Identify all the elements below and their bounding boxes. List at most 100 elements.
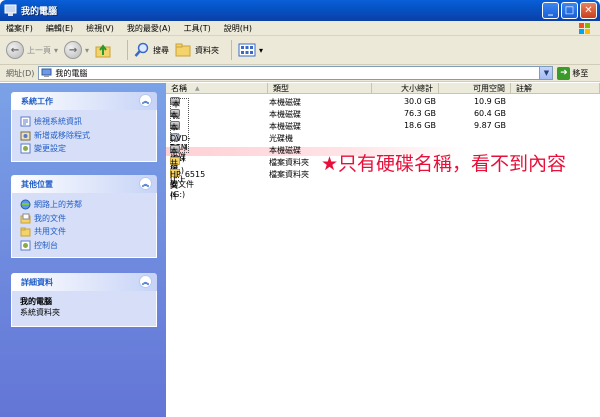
add-remove-programs-link[interactable]: 新增或移除程式 [20, 129, 156, 143]
other-places-panel: 其他位置 ︽ 網路上的芳鄰 我的文件 共用文件 控制台 [11, 175, 157, 258]
windows-logo-icon [579, 23, 590, 34]
change-settings-link[interactable]: 變更設定 [20, 142, 156, 156]
details-header[interactable]: 詳細資料 ︽ [11, 273, 157, 291]
column-header-total[interactable]: 大小總計 [372, 83, 439, 94]
details-panel: 詳細資料 ︽ 我的電腦 系統資料夾 [11, 273, 157, 327]
go-button[interactable]: ➜ 移至 [557, 66, 589, 80]
task-pane: 系統工作 ︽ 檢視系統資訊 新增或移除程式 變更設定 其他位置 ︽ 網路上的芳鄰… [0, 83, 166, 417]
window-title: 我的電腦 [21, 7, 58, 17]
dropdown-arrow-icon: ▾ [85, 45, 90, 55]
address-input[interactable]: 我的電腦 ▼ [38, 66, 554, 80]
link-label: 變更設定 [34, 144, 66, 154]
sort-ascending-icon: ▲ [195, 84, 200, 92]
close-button[interactable]: ✕ [580, 2, 597, 19]
address-label: 網址(D) [6, 68, 35, 78]
column-header-comment[interactable]: 註解 [511, 83, 600, 94]
row-free: 10.9 GB [473, 97, 506, 106]
other-places-header[interactable]: 其他位置 ︽ [11, 175, 157, 193]
column-header-name[interactable]: 名稱 ▲ [166, 83, 268, 94]
menu-help[interactable]: 說明(H) [224, 23, 252, 34]
my-computer-icon [41, 68, 52, 77]
view-system-info-link[interactable]: 檢視系統資訊 [20, 115, 156, 129]
control-panel-icon [20, 240, 31, 251]
address-value: 我的電腦 [55, 68, 88, 78]
table-row[interactable]: DVD-RAM 光碟機 (F:) 光碟機 [166, 132, 600, 183]
folders-button[interactable]: 資料夾 [175, 43, 219, 58]
column-comment-label: 註解 [516, 83, 532, 93]
link-label: 檢視系統資訊 [34, 117, 82, 127]
menu-tools[interactable]: 工具(T) [184, 23, 211, 34]
link-label: 網路上的芳鄰 [34, 200, 82, 210]
menu-favorites[interactable]: 我的最愛(A) [127, 23, 171, 34]
table-row[interactable]: 本機磁碟 (E:) 本機磁碟 18.6 GB 9.87 GB [166, 120, 600, 175]
dropdown-arrow-icon: ▾ [259, 45, 264, 55]
column-total-label: 大小總計 [401, 83, 433, 93]
row-name: HP_6515 的文件 [170, 170, 206, 189]
up-folder-button[interactable] [95, 42, 115, 59]
column-header-free[interactable]: 可用空間 [439, 83, 511, 94]
menu-edit[interactable]: 編輯(E) [46, 23, 73, 34]
views-button[interactable]: ▾ [238, 43, 263, 57]
menu-bar: 檔案(F) 編輯(E) 檢視(V) 我的最愛(A) 工具(T) 說明(H) [0, 21, 600, 36]
back-button[interactable]: ← 上一頁 ▾ [6, 41, 58, 59]
search-button[interactable]: 搜尋 [134, 42, 169, 58]
link-label: 新增或移除程式 [34, 130, 90, 140]
other-places-title: 其他位置 [21, 179, 53, 189]
details-item-name: 我的電腦 [20, 297, 52, 306]
back-label: 上一頁 [27, 45, 51, 55]
minimize-button[interactable]: _ [542, 2, 559, 19]
my-documents-link[interactable]: 我的文件 [20, 212, 156, 226]
dropdown-arrow-icon: ▾ [54, 45, 59, 55]
forward-arrow-icon: → [64, 41, 83, 59]
link-label: 共用文件 [34, 227, 66, 237]
up-folder-icon [95, 43, 111, 57]
system-tasks-header[interactable]: 系統工作 ︽ [11, 92, 157, 110]
table-row[interactable]: 本機磁碟 (D:) 本機磁碟 76.3 GB 60.4 GB [166, 108, 600, 163]
row-total: 30.0 GB [403, 97, 436, 106]
my-computer-icon [4, 4, 17, 16]
address-bar: 網址(D) 我的電腦 ▼ ➜ 移至 [0, 65, 600, 82]
shared-documents-link[interactable]: 共用文件 [20, 225, 156, 239]
row-total: 76.3 GB [403, 109, 436, 118]
column-header-type[interactable]: 類型 [268, 83, 372, 94]
collapse-chevron-icon[interactable]: ︽ [139, 275, 152, 288]
row-total: 18.6 GB [403, 121, 436, 130]
folder-icon [20, 213, 31, 224]
add-remove-programs-icon [20, 131, 31, 141]
toolbar: ← 上一頁 ▾ → ▾ 搜尋 資料夾 ▾ [0, 36, 600, 65]
column-type-label: 類型 [273, 83, 289, 93]
row-free: 60.4 GB [473, 109, 506, 118]
row-type: 本機磁碟 [269, 110, 301, 119]
collapse-chevron-icon[interactable]: ︽ [139, 94, 152, 107]
link-label: 控制台 [34, 240, 58, 250]
menu-file[interactable]: 檔案(F) [6, 23, 33, 34]
collapse-chevron-icon[interactable]: ︽ [139, 177, 152, 190]
control-panel-icon [20, 143, 31, 154]
link-label: 我的文件 [34, 213, 66, 223]
column-free-label: 可用空間 [473, 83, 505, 93]
views-grid-icon [238, 43, 256, 57]
control-panel-link[interactable]: 控制台 [20, 239, 156, 253]
go-label: 移至 [572, 68, 589, 78]
address-dropdown-button[interactable]: ▼ [539, 67, 553, 79]
maximize-button[interactable]: □ [561, 2, 578, 19]
go-arrow-icon: ➜ [557, 66, 571, 80]
network-places-link[interactable]: 網路上的芳鄰 [20, 198, 156, 212]
forward-button[interactable]: → ▾ [64, 41, 89, 59]
details-item-type: 系統資料夾 [20, 308, 60, 317]
column-name-label: 名稱 [171, 83, 187, 93]
row-type: 本機磁碟 [269, 122, 301, 131]
row-type: 光碟機 [269, 134, 293, 143]
annotation-text: ★只有硬碟名稱，看不到內容 [321, 153, 567, 175]
back-arrow-icon: ← [6, 41, 24, 59]
row-free: 9.87 GB [473, 121, 506, 130]
row-type: 檔案資料夾 [269, 158, 309, 167]
title-bar[interactable]: 我的電腦 _ □ ✕ [0, 0, 600, 21]
details-title: 詳細資料 [21, 277, 53, 287]
row-type: 本機磁碟 [269, 98, 301, 107]
row-type: 本機磁碟 [269, 146, 301, 155]
table-row[interactable]: 本機磁碟 (C:) 本機磁碟 30.0 GB 10.9 GB [166, 96, 600, 153]
system-info-icon [20, 116, 31, 127]
network-globe-icon [20, 199, 31, 210]
menu-view[interactable]: 檢視(V) [86, 23, 114, 34]
